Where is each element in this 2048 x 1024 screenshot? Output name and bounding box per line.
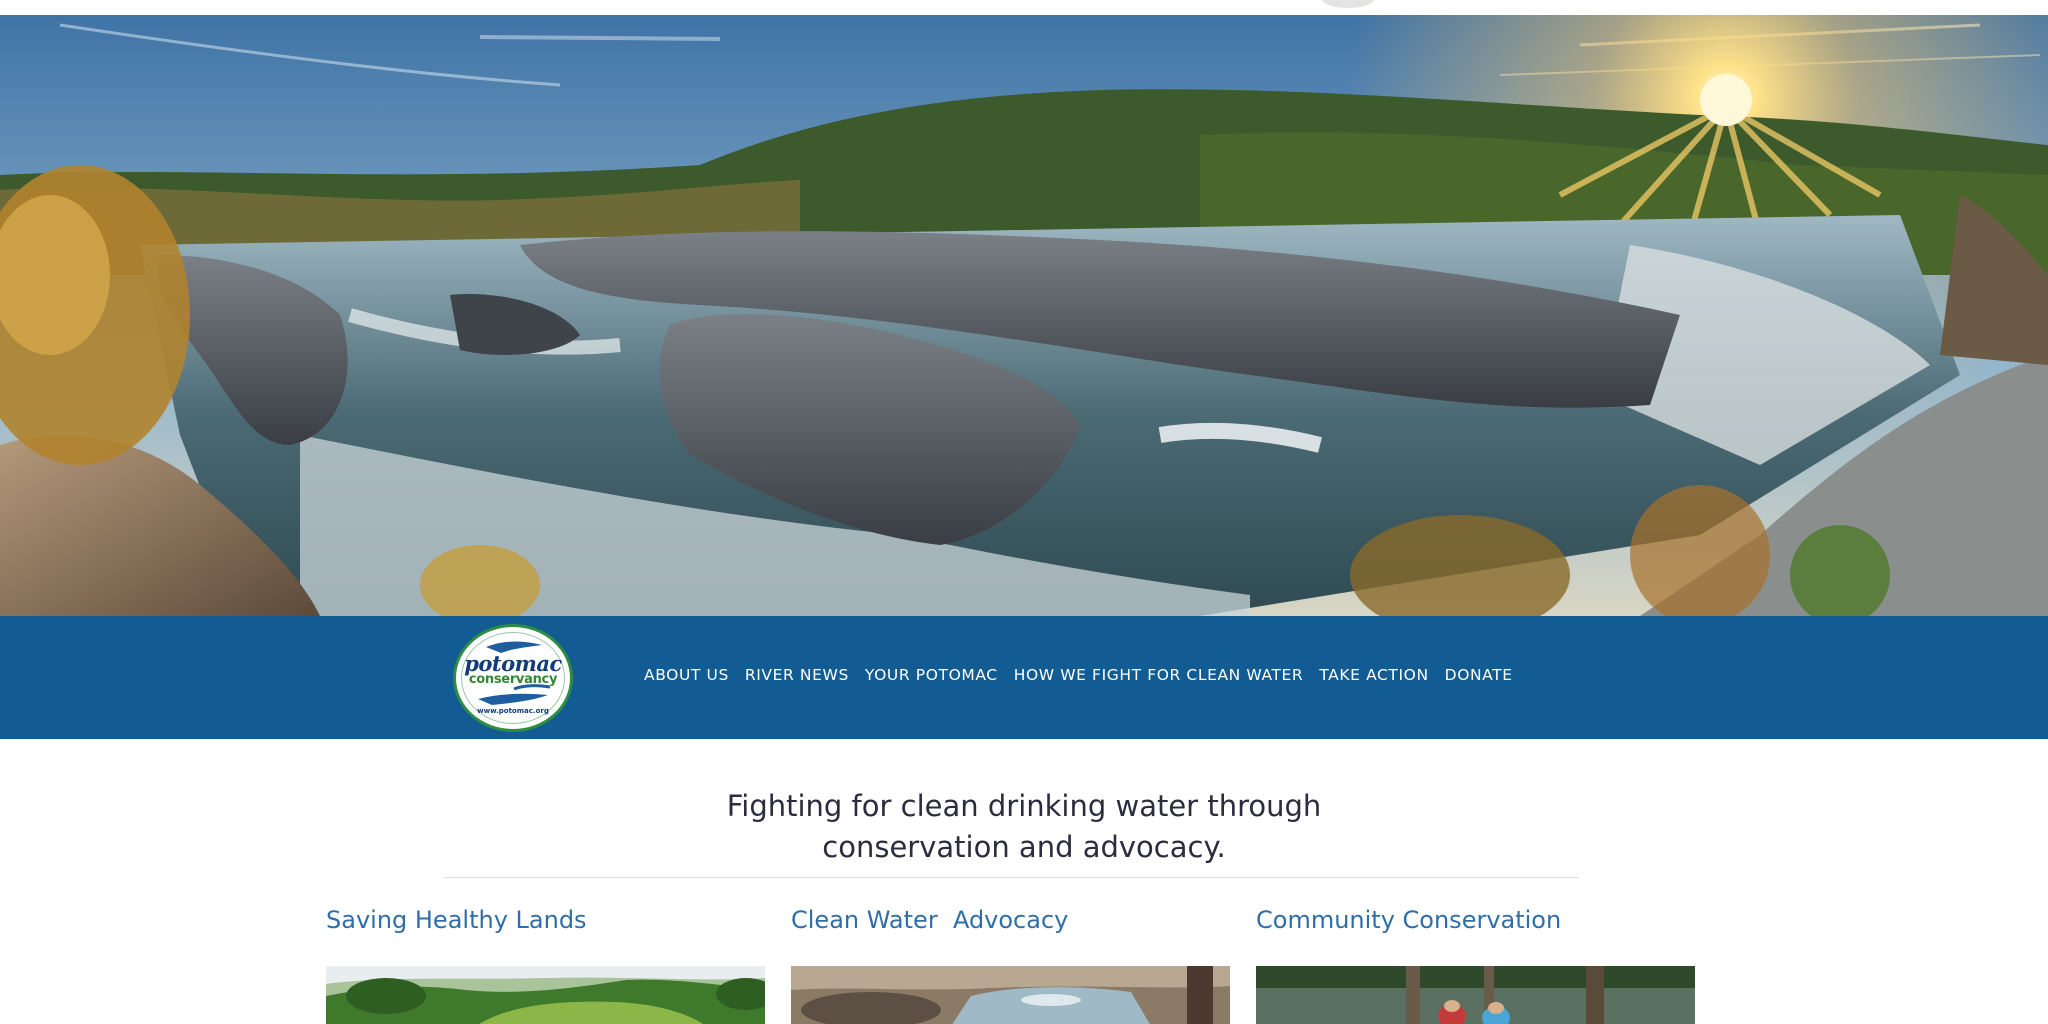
column-image-clean-water-advocacy[interactable] bbox=[791, 966, 1230, 1024]
volunteers-photo bbox=[1256, 966, 1695, 1024]
section-divider bbox=[443, 877, 1578, 878]
nav-item-donate[interactable]: DONATE bbox=[1445, 666, 1513, 684]
column-title-saving-healthy-lands[interactable]: Saving Healthy Lands bbox=[326, 906, 587, 934]
nav-item-how-we-fight[interactable]: HOW WE FIGHT FOR CLEAN WATER bbox=[1014, 666, 1304, 684]
column-image-saving-healthy-lands[interactable] bbox=[326, 966, 765, 1024]
nav-item-about-us[interactable]: ABOUT US bbox=[644, 666, 729, 684]
nav-item-river-news[interactable]: RIVER NEWS bbox=[745, 666, 849, 684]
main-navbar: potomac conservancy www.potomac.org ABOU… bbox=[0, 616, 2048, 739]
logo-url: www.potomac.org bbox=[477, 707, 549, 715]
page-tagline: Fighting for clean drinking water throug… bbox=[624, 786, 1424, 868]
primary-nav: ABOUT US RIVER NEWS YOUR POTOMAC HOW WE … bbox=[636, 660, 1521, 690]
tagline-line-2: conservation and advocacy. bbox=[822, 830, 1226, 864]
logo-wordmark-conservancy: conservancy bbox=[468, 672, 558, 687]
hero-photo bbox=[0, 15, 2048, 616]
top-strip bbox=[0, 0, 2048, 15]
green-hills-photo bbox=[326, 966, 765, 1024]
nav-item-take-action[interactable]: TAKE ACTION bbox=[1319, 666, 1428, 684]
column-image-community-conservation[interactable] bbox=[1256, 966, 1695, 1024]
river-falls-landscape-photo bbox=[0, 15, 2048, 616]
column-title-community-conservation[interactable]: Community Conservation bbox=[1256, 906, 1561, 934]
potomac-conservancy-logo[interactable]: potomac conservancy www.potomac.org bbox=[453, 624, 573, 732]
nav-item-your-potomac[interactable]: YOUR POTOMAC bbox=[865, 666, 998, 684]
rocky-stream-photo bbox=[791, 966, 1230, 1024]
tagline-line-1: Fighting for clean drinking water throug… bbox=[726, 789, 1322, 823]
column-title-clean-water-advocacy[interactable]: Clean Water Advocacy bbox=[791, 906, 1068, 934]
